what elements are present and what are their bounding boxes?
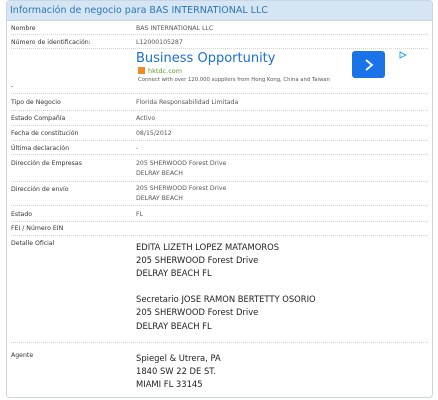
value-direccion-envio-line1: 205 SHERWOOD Forest Drive <box>136 185 227 192</box>
label-tipo-negocio: Tipo de Negocio <box>11 99 61 106</box>
row-agente: Agente Spiegel & Utrera, PA 1840 SW 22 D… <box>11 343 428 395</box>
officer1-address-line2: DELRAY BEACH FL <box>136 268 212 278</box>
ad-description: Connect with over 120,000 suppliers from… <box>138 77 330 83</box>
officer1-name: EDITA LIZETH LOPEZ MATAMOROS <box>136 242 280 252</box>
hktdc-favicon-icon <box>138 67 145 74</box>
panel-title: Información de negocio para BAS INTERNAT… <box>7 1 432 21</box>
ad-choices-icon[interactable] <box>399 51 407 59</box>
label-fecha-constitucion: Fecha de constitución <box>11 130 79 137</box>
value-tipo-negocio: Florida Responsabilidad Limitada <box>136 99 239 106</box>
label-detalle-oficial: Detalle Oficial <box>11 240 55 247</box>
label-estado-compania: Estado Compañía <box>11 115 66 122</box>
value-numero: L12000105287 <box>136 39 183 46</box>
business-info-panel: Información de negocio para BAS INTERNAT… <box>6 0 433 398</box>
label-blank: - <box>11 83 14 90</box>
row-direccion-envio: Dirección de envío 205 SHERWOOD Forest D… <box>11 182 428 206</box>
value-estado-compania: Activo <box>136 115 156 122</box>
row-ultima-declaracion: Última declaración - <box>11 141 428 155</box>
row-fei-ein: FEI / Número EIN <box>11 222 428 236</box>
value-nombre: BAS INTERNATIONAL LLC <box>136 25 214 32</box>
advertisement[interactable]: Business Opportunity hktdc.com Connect w… <box>136 51 419 85</box>
value-direccion-empresas-line2: DELRAY BEACH <box>136 170 183 177</box>
officer2-name: Secretario JOSE RAMON BERTETTY OSORIO <box>136 294 316 304</box>
ad-title-link[interactable]: Business Opportunity <box>136 51 275 66</box>
value-direccion-empresas-line1: 205 SHERWOOD Forest Drive <box>136 160 227 167</box>
row-detalle-oficial: Detalle Oficial EDITA LIZETH LOPEZ MATAM… <box>11 236 428 343</box>
officer2-address-line2: DELRAY BEACH FL <box>136 321 212 331</box>
row-direccion-empresas: Dirección de Empresas 205 SHERWOOD Fores… <box>11 155 428 182</box>
row-tipo-negocio: Tipo de Negocio Florida Responsabilidad … <box>11 94 428 111</box>
agent-address-line2: MIAMI FL 33145 <box>136 379 203 389</box>
value-ultima-declaracion: - <box>136 145 139 152</box>
row-fecha-constitucion: Fecha de constitución 08/15/2012 <box>11 126 428 141</box>
row-nombre: Nombre BAS INTERNATIONAL LLC <box>11 23 428 35</box>
row-estado: Estado FL <box>11 206 428 222</box>
value-estado: FL <box>136 211 144 218</box>
chevron-right-icon <box>364 58 373 71</box>
agent-address-line1: 1840 SW 22 DE ST. <box>136 366 217 376</box>
label-nombre: Nombre <box>11 25 36 32</box>
officer1-address-line1: 205 SHERWOOD Forest Drive <box>136 255 259 265</box>
ad-open-button[interactable] <box>352 51 385 78</box>
label-fei-ein: FEI / Número EIN <box>11 225 64 232</box>
value-fecha-constitucion: 08/15/2012 <box>136 130 172 137</box>
label-estado: Estado <box>11 211 33 218</box>
label-numero: Número de identificación: <box>11 39 91 46</box>
ad-site[interactable]: hktdc.com <box>138 67 182 75</box>
ad-site-label: hktdc.com <box>148 67 183 75</box>
row-numero: Número de identificación: L12000105287 <box>11 35 428 49</box>
label-ultima-declaracion: Última declaración <box>11 145 69 152</box>
officer2-address-line1: 205 SHERWOOD Forest Drive <box>136 307 259 317</box>
label-agente: Agente <box>11 352 34 359</box>
label-direccion-envio: Dirección de envío <box>11 186 69 193</box>
agent-name: Spiegel & Utrera, PA <box>136 353 221 363</box>
row-advertisement: - Business Opportunity hktdc.com Connect… <box>11 49 428 94</box>
value-direccion-envio-line2: DELRAY BEACH <box>136 195 183 202</box>
label-direccion-empresas: Dirección de Empresas <box>11 160 82 167</box>
row-estado-compania: Estado Compañía Activo <box>11 111 428 126</box>
